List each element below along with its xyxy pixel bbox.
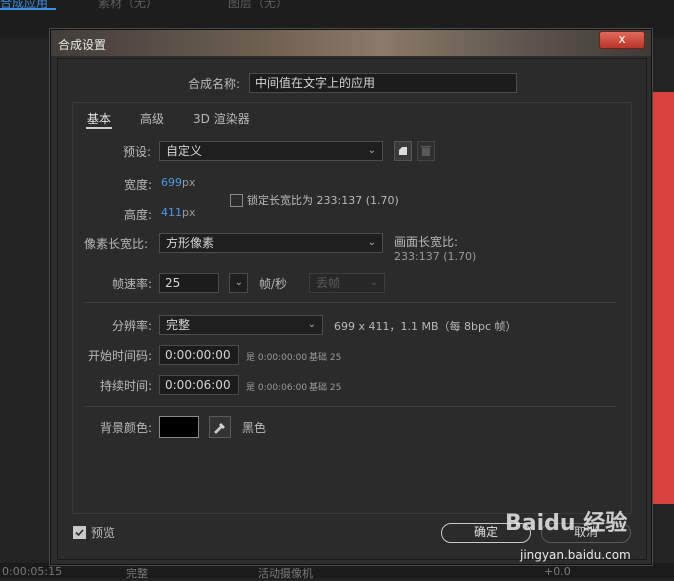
height-unit: px — [182, 206, 196, 219]
frame-aspect-value: 233:137 (1.70) — [394, 250, 477, 263]
resolution-select[interactable]: 完整 ⌄ — [159, 315, 323, 335]
start-timecode-label: 开始时间码: — [88, 349, 153, 363]
height-value[interactable]: 411 — [161, 206, 182, 219]
chevron-down-icon: ⌄ — [307, 319, 316, 330]
duration-input[interactable]: 0:00:06:00 — [159, 375, 239, 395]
dialog-titlebar[interactable]: 合成设置 x — [51, 30, 651, 56]
lock-aspect-checkbox[interactable] — [230, 194, 243, 207]
comp-name-label: 合成名称: — [188, 77, 241, 91]
composition-settings-dialog: 合成设置 x 合成名称: 中间值在文字上的应用 基本 高级 3D 渲染器 预设:… — [50, 29, 652, 565]
frame-aspect-label: 画面长宽比: — [394, 235, 459, 249]
preset-label: 预设: — [123, 145, 152, 159]
frame-rate-presets[interactable]: ⌄ — [229, 273, 248, 293]
chevron-down-icon: ⌄ — [367, 237, 376, 248]
close-button[interactable]: x — [599, 31, 645, 49]
background-color-label: 背景颜色: — [100, 421, 153, 435]
divider — [84, 302, 617, 303]
divider — [84, 406, 617, 407]
composition-canvas — [650, 92, 674, 504]
camera-dropdown[interactable]: 活动摄像机 — [258, 565, 313, 581]
duration-base: 基础 25 — [309, 383, 342, 393]
viewer-status-bar: 0:00:05:15 完整 活动摄像机 +0.0 — [0, 563, 674, 581]
tab-3d-renderer[interactable]: 3D 渲染器 — [193, 110, 250, 127]
start-timecode-input[interactable]: 0:00:00:00 — [159, 345, 239, 365]
pixel-aspect-select[interactable]: 方形像素 ⌄ — [159, 233, 383, 253]
duration-label: 持续时间: — [100, 379, 153, 393]
background-color-name: 黑色 — [242, 421, 267, 435]
checkmark-icon — [75, 529, 84, 537]
pixel-aspect-label: 像素长宽比: — [84, 237, 149, 251]
watermark-url: jingyan.baidu.com — [520, 548, 631, 562]
tab-composition-label[interactable]: 合成应用 — [0, 0, 48, 11]
tab-footage-label[interactable]: 素材（无） — [98, 0, 158, 11]
chevron-down-icon: ⌄ — [367, 145, 376, 156]
baidu-watermark: Baidu 经验 — [505, 511, 628, 536]
lock-aspect-label: 锁定长宽比为 233:137 (1.70) — [247, 194, 399, 207]
drop-frame-select: 丢帧 ⌄ — [309, 273, 385, 293]
preset-value: 自定义 — [166, 144, 203, 158]
resolution-info: 699 x 411，1.1 MB（每 8bpc 帧） — [334, 320, 517, 333]
eyedropper-button[interactable] — [209, 416, 231, 438]
start-timecode-base: 基础 25 — [309, 353, 342, 363]
width-label: 宽度: — [124, 178, 153, 192]
chevron-down-icon: ⌄ — [234, 277, 243, 288]
resolution-dropdown[interactable]: 完整 — [126, 565, 148, 581]
delete-preset-button[interactable] — [417, 141, 435, 161]
trash-icon — [421, 146, 431, 156]
new-page-icon — [399, 147, 407, 155]
start-timecode-info: 是 0:00:00:00 — [246, 353, 308, 363]
settings-group — [72, 102, 632, 514]
eyedropper-icon — [214, 423, 225, 434]
comp-name-input[interactable]: 中间值在文字上的应用 — [249, 73, 517, 93]
dialog-title: 合成设置 — [58, 38, 107, 52]
frame-rate-label: 帧速率: — [112, 277, 153, 291]
pixel-aspect-value: 方形像素 — [166, 236, 215, 250]
resolution-label: 分辨率: — [112, 319, 153, 333]
background-color-swatch[interactable] — [159, 416, 199, 438]
tab-advanced[interactable]: 高级 — [140, 110, 164, 127]
width-unit: px — [182, 176, 196, 189]
tab-layer-label[interactable]: 图层（无） — [228, 0, 288, 11]
chevron-down-icon: ⌄ — [369, 277, 378, 288]
tab-basic-underline — [86, 127, 112, 129]
frame-rate-input[interactable]: 25 — [159, 273, 219, 293]
save-preset-button[interactable] — [394, 141, 412, 161]
height-label: 高度: — [124, 208, 153, 222]
duration-info: 是 0:00:06:00 — [246, 383, 308, 393]
preview-label: 预览 — [91, 526, 116, 540]
tab-basic[interactable]: 基本 — [87, 110, 111, 127]
width-value[interactable]: 699 — [161, 176, 182, 189]
current-time[interactable]: 0:00:05:15 — [2, 565, 62, 578]
exposure-value[interactable]: +0.0 — [544, 565, 571, 578]
preview-checkbox[interactable] — [73, 526, 86, 539]
drop-frame-value: 丢帧 — [316, 276, 341, 290]
preset-select[interactable]: 自定义 ⌄ — [159, 141, 383, 161]
fps-unit: 帧/秒 — [259, 277, 288, 291]
resolution-value: 完整 — [166, 318, 191, 332]
close-icon: x — [618, 32, 626, 46]
